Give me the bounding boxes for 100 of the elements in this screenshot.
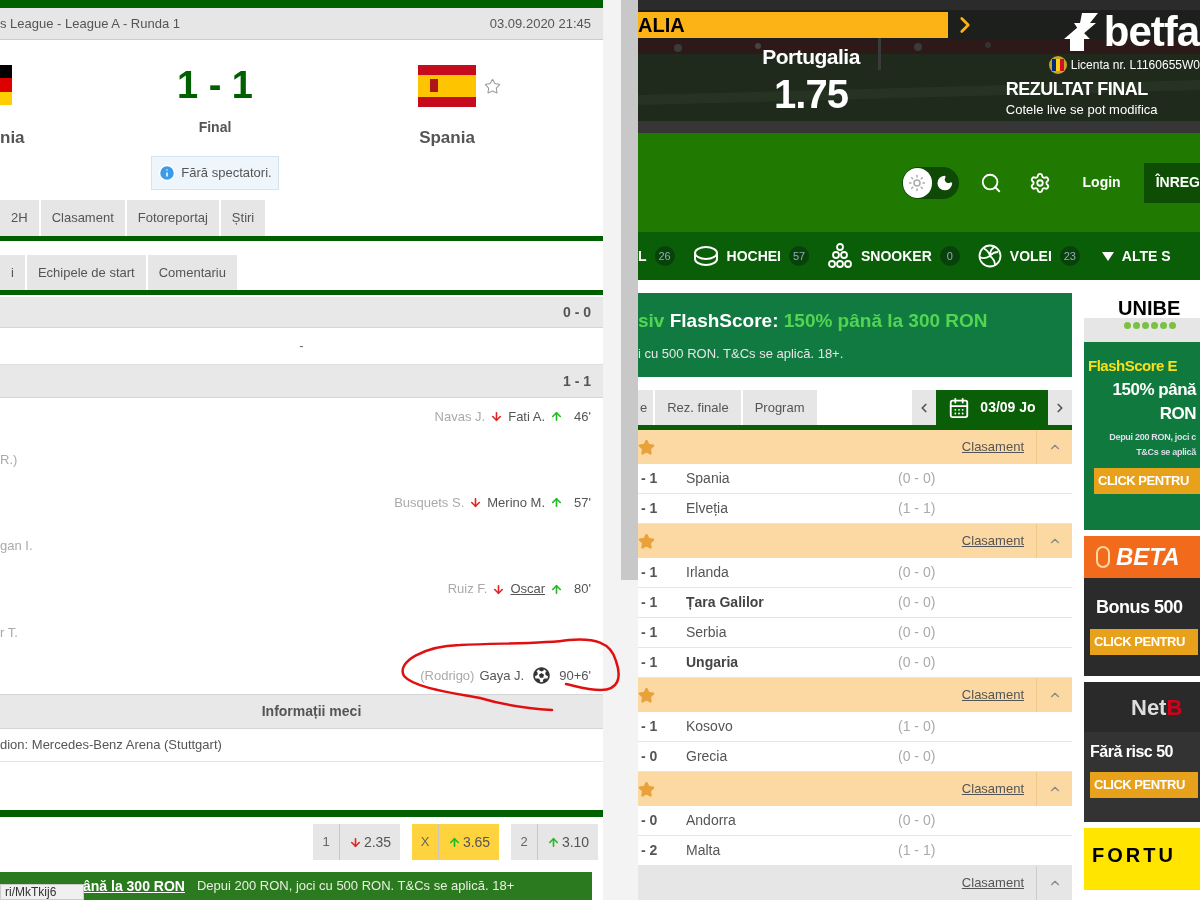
tab[interactable]: i <box>0 255 25 290</box>
team-name: Serbia <box>686 623 728 642</box>
half-time-score: (0 - 0) <box>898 811 936 830</box>
half-time-score: (1 - 1) <box>898 841 936 860</box>
scrollbar[interactable] <box>603 0 638 900</box>
calendar-icon <box>948 396 971 419</box>
half-time-score: (0 - 0) <box>898 623 936 642</box>
match-score: - 1 <box>640 653 659 672</box>
half-time-score: (0 - 0) <box>898 469 936 488</box>
standings-link[interactable]: Clasament <box>961 437 1036 457</box>
match-score: - 1 <box>640 563 659 582</box>
player-in: Merino M. <box>487 494 546 513</box>
promo-text: i cu 500 RON. T&Cs se aplică. 18+. <box>638 344 845 363</box>
odds-value: 1.75 <box>774 71 848 118</box>
favorite-star-icon[interactable] <box>484 78 501 95</box>
tab[interactable]: Fotoreportaj <box>126 200 219 236</box>
half-time-score: (1 - 1) <box>898 499 936 518</box>
half-time-score: (0 - 0) <box>898 563 936 582</box>
more-sports-menu[interactable]: ALTE S <box>1101 245 1171 267</box>
match-score: 1 - 1 <box>176 65 253 105</box>
event-text: r T. <box>0 623 18 642</box>
tab[interactable]: Echipele de start <box>26 255 146 290</box>
match-score: - 1 <box>640 717 659 736</box>
puck-icon <box>692 245 719 268</box>
theme-toggle[interactable] <box>901 166 959 199</box>
team-name: Portugalia <box>762 44 860 70</box>
promo-text: Depui 200 RON, joci cu 500 RON. T&Cs se aplică. 18+ <box>196 877 515 896</box>
tab[interactable]: Comentariu <box>147 255 237 290</box>
ad-title: Fără risc 50 <box>1089 742 1174 762</box>
sport-nav-item[interactable]: SNOOKER 0 <box>827 243 960 270</box>
down-arrow-icon <box>469 496 483 510</box>
banner-tag: ALIA <box>638 10 685 40</box>
up-arrow-icon <box>550 496 564 510</box>
sport-nav-item[interactable]: HOCHEI 57 <box>692 245 809 268</box>
match-row[interactable]: - 0 Andorra (0 - 0) <box>638 806 1072 836</box>
tab[interactable]: Știri <box>220 200 266 236</box>
info-icon <box>158 164 177 182</box>
star-icon[interactable] <box>638 686 655 704</box>
login-button[interactable]: Login <box>1082 172 1121 194</box>
tab[interactable]: 2H <box>0 200 39 236</box>
standings-link[interactable]: Clasament <box>961 873 1036 893</box>
previous-day-button[interactable] <box>912 390 936 425</box>
tab[interactable]: Program <box>742 390 817 425</box>
snooker-balls-icon <box>827 243 853 270</box>
volleyball-icon <box>977 244 1002 269</box>
period-score: 1 - 1 <box>563 371 591 391</box>
promo-headline: siv FlashScore: 150% până la 300 RON <box>638 309 989 333</box>
match-score: - 1 <box>640 593 659 612</box>
venue-text: dion: Mercedes-Benz Arena (Stuttgart) <box>0 736 222 755</box>
event-text: R.) <box>0 450 18 469</box>
moon-icon <box>935 173 954 192</box>
player-in: Fati A. <box>508 407 546 426</box>
star-icon[interactable] <box>638 780 655 798</box>
event-minute: 46' <box>574 407 591 426</box>
search-icon[interactable] <box>979 171 1002 194</box>
brand-logo: betfa <box>1103 11 1200 53</box>
match-row[interactable]: - 1 Irlanda (0 - 0) <box>638 558 1072 588</box>
half-time-score: (1 - 0) <box>898 717 936 736</box>
ad-banner[interactable]: BETA Bonus 500 CLICK PENTRU <box>1084 536 1200 676</box>
sport-nav-item[interactable]: VOLEI 23 <box>977 244 1080 269</box>
team-name: Irlanda <box>686 563 730 582</box>
team-name: Kosovo <box>686 717 734 736</box>
info-notice: Fără spectatori. <box>151 156 279 190</box>
match-row[interactable]: - 1 Serbia (0 - 0) <box>638 618 1072 648</box>
home-team-name: nia <box>0 127 25 149</box>
ad-logo: UNIBE <box>1118 298 1181 318</box>
register-button[interactable]: ÎNREG <box>1143 162 1200 203</box>
status-url: ri/MkTkij6 <box>0 884 84 900</box>
date-picker[interactable]: 03/09 Jo <box>936 390 1048 425</box>
next-day-button[interactable] <box>1048 390 1072 425</box>
odds-button[interactable]: 2 3.10 <box>511 824 598 860</box>
match-score: - 2 <box>640 841 659 860</box>
tab[interactable]: Rez. finale <box>655 390 741 425</box>
player-out: Ruiz F. <box>447 580 488 599</box>
standings-link[interactable]: Clasament <box>961 685 1036 705</box>
standings-link[interactable]: Clasament <box>961 531 1036 551</box>
settings-icon[interactable] <box>1028 171 1051 194</box>
tab[interactable]: e <box>638 390 654 425</box>
ad-banner[interactable]: NetB Fără risc 50 CLICK PENTRU <box>1084 682 1200 822</box>
ad-banner[interactable]: FORTU <box>1084 828 1200 890</box>
flag-icon <box>418 65 476 107</box>
event-minute: 80' <box>574 580 591 599</box>
match-row[interactable]: - 1 Spania (0 - 0) <box>638 464 1072 494</box>
ring-icon <box>1096 546 1110 568</box>
promo-link[interactable]: ână la 300 RON <box>83 875 185 897</box>
player-link[interactable]: Oscar <box>510 579 546 599</box>
ad-headline: 150% până RON <box>1111 379 1196 425</box>
star-icon[interactable] <box>638 438 655 456</box>
tab[interactable]: Clasament <box>40 200 125 236</box>
odds-button[interactable]: 1 2.35 <box>313 824 400 860</box>
match-row[interactable]: - 1 Țara Galilor (0 - 0) <box>638 588 1072 618</box>
promo-banner[interactable]: siv FlashScore: 150% până la 300 RON i cu 500 RON. T&Cs se aplică. 18+. <box>638 293 1072 377</box>
team-name: Malta <box>686 841 722 860</box>
star-icon[interactable] <box>638 532 655 550</box>
down-arrow-icon <box>490 410 504 423</box>
half-time-score: (0 - 0) <box>898 593 936 612</box>
match-datetime: 03.09.2020 21:45 <box>489 14 591 33</box>
odds-button[interactable]: X 3.65 <box>412 824 499 860</box>
match-row[interactable]: - 1 Kosovo (1 - 0) <box>638 712 1072 742</box>
standings-link[interactable]: Clasament <box>961 779 1036 799</box>
